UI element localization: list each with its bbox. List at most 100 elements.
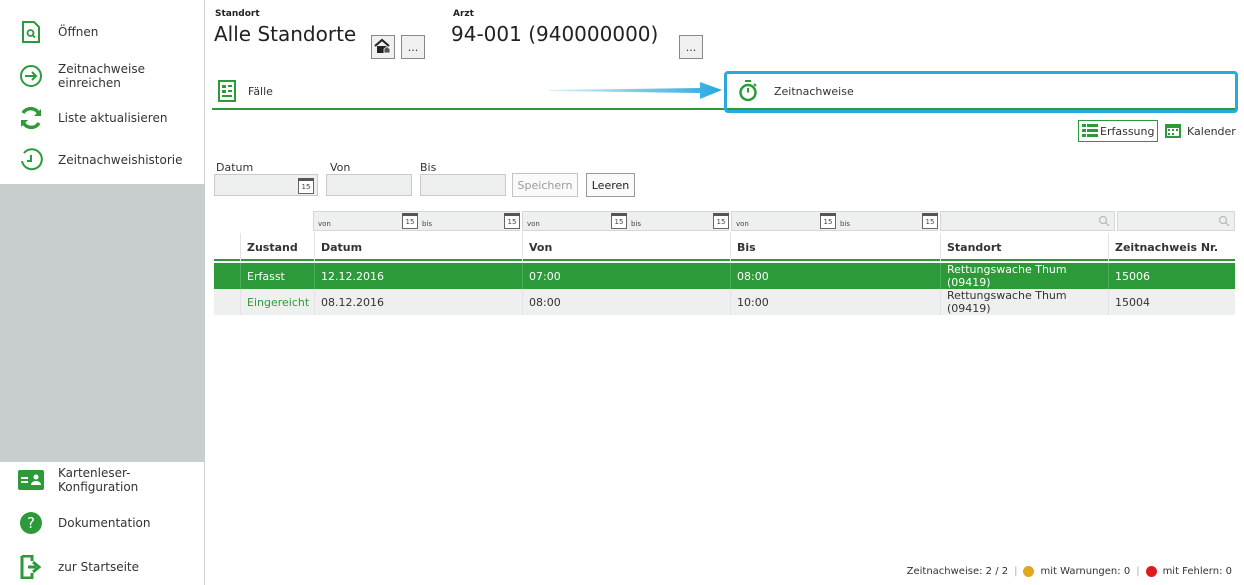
sidebar-item-label: Liste aktualisieren: [58, 111, 168, 125]
cell-datum: 12.12.2016: [314, 263, 522, 289]
sidebar-item-label: Dokumentation: [58, 516, 151, 530]
sidebar-item-label: Zeitnachweishistorie: [58, 153, 183, 167]
calendar-picker-icon[interactable]: 15: [504, 213, 520, 229]
cell-von: 08:00: [522, 289, 730, 315]
exit-icon: [18, 554, 44, 580]
cell-standort: Rettungswache Thum (09419): [940, 263, 1108, 289]
home-icon: [374, 38, 392, 57]
calendar-picker-icon[interactable]: 15: [820, 213, 836, 229]
cell-bis: 10:00: [730, 289, 940, 315]
bis-field[interactable]: [420, 174, 506, 196]
sidebar-item-label: Kartenleser-Konfiguration: [58, 466, 139, 494]
nr-filter[interactable]: [1117, 211, 1235, 231]
erfassung-toggle[interactable]: Erfassung: [1078, 120, 1159, 142]
document-list-icon: [218, 80, 236, 102]
speichern-button[interactable]: Speichern: [512, 173, 578, 197]
cell-von: 07:00: [522, 263, 730, 289]
column-header-datum[interactable]: Datum: [314, 233, 522, 261]
kalender-toggle[interactable]: Kalender: [1165, 120, 1236, 142]
sidebar: Öffnen Zeitnachweise einreichen Liste ak…: [0, 0, 205, 585]
calendar-picker-icon[interactable]: 15: [922, 213, 938, 229]
arzt-more-button[interactable]: ...: [679, 35, 703, 59]
refresh-icon: [18, 105, 44, 131]
tab-faelle[interactable]: Fälle: [218, 72, 273, 110]
bis-label: Bis: [420, 161, 437, 174]
home-location-button[interactable]: [371, 35, 395, 59]
warnings-text: mit Warnungen: 0: [1040, 566, 1131, 577]
column-header-nr[interactable]: Zeitnachweis Nr.: [1108, 233, 1235, 261]
datum-filter[interactable]: von 15 bis 15: [313, 211, 520, 231]
sidebar-item-label: Zeitnachweise einreichen: [58, 62, 145, 90]
column-header-zustand[interactable]: Zustand: [240, 233, 314, 261]
history-clock-icon: [18, 147, 44, 173]
errors-text: mit Fehlern: 0: [1162, 566, 1232, 577]
cell-zustand: Erfasst: [240, 263, 314, 289]
sidebar-item-refresh[interactable]: Liste aktualisieren: [0, 98, 205, 138]
cell-standort: Rettungswache Thum (09419): [940, 289, 1108, 315]
kalender-label: Kalender: [1187, 124, 1236, 138]
standort-label: Standort: [215, 9, 260, 19]
sidebar-item-label: Öffnen: [58, 25, 99, 39]
datum-label: Datum: [216, 161, 254, 174]
open-file-icon: [18, 19, 44, 45]
arzt-value: 94-001 (940000000): [451, 22, 659, 46]
cell-bis: 08:00: [730, 263, 940, 289]
separator: |: [1136, 566, 1140, 577]
pointer-arrow: [550, 82, 722, 99]
sidebar-item-history[interactable]: Zeitnachweishistorie: [0, 140, 205, 180]
sidebar-empty-area: [0, 184, 205, 462]
sidebar-item-documentation[interactable]: ? Dokumentation: [0, 503, 205, 543]
von-field[interactable]: [326, 174, 412, 196]
warning-dot-icon: [1023, 566, 1035, 577]
sidebar-item-home[interactable]: zur Startseite: [0, 547, 205, 585]
filter-bis-label: bis: [422, 220, 433, 228]
table-header: Zustand Datum Von Bis Standort Zeitnachw…: [214, 233, 1235, 261]
calendar-picker-icon[interactable]: 15: [713, 213, 729, 229]
sidebar-item-label: zur Startseite: [58, 560, 140, 574]
cell-datum: 08.12.2016: [314, 289, 522, 315]
standort-filter[interactable]: [940, 211, 1115, 231]
filter-von-label: von: [527, 220, 540, 228]
arrow-right-circle-icon: [18, 63, 44, 89]
filter-bis-label: bis: [840, 220, 851, 228]
help-icon: ?: [18, 510, 44, 536]
cell-zustand: Eingereicht: [240, 289, 314, 315]
search-icon: [1098, 215, 1110, 230]
list-icon: [1082, 124, 1098, 138]
sidebar-item-card-reader[interactable]: Kartenleser-Konfiguration: [0, 460, 205, 500]
arzt-label: Arzt: [453, 9, 474, 19]
cell-nr: 15006: [1108, 263, 1235, 289]
cell-nr: 15004: [1108, 289, 1235, 315]
datum-field[interactable]: 15: [214, 174, 318, 196]
leeren-button[interactable]: Leeren: [586, 173, 635, 197]
table-filter-row: von 15 bis 15 von 15 bis 15 von 15 bis 1…: [313, 211, 1235, 231]
calendar-picker-icon[interactable]: 15: [402, 213, 418, 229]
error-dot-icon: [1145, 566, 1157, 577]
standort-more-button[interactable]: ...: [401, 35, 425, 59]
card-reader-icon: [18, 467, 44, 493]
filter-bis-label: bis: [631, 220, 642, 228]
status-bar: Zeitnachweise: 2 / 2 | mit Warnungen: 0 …: [907, 566, 1232, 577]
svg-text:?: ?: [27, 514, 35, 532]
von-label: Von: [330, 161, 351, 174]
sidebar-item-submit[interactable]: Zeitnachweise einreichen: [0, 56, 205, 96]
calendar-icon: [1165, 124, 1181, 138]
search-icon: [1218, 215, 1230, 230]
column-header-standort[interactable]: Standort: [940, 233, 1108, 261]
standort-value: Alle Standorte: [214, 22, 357, 46]
sidebar-item-open[interactable]: Öffnen: [0, 12, 205, 52]
column-header-von[interactable]: Von: [522, 233, 730, 261]
von-filter[interactable]: von 15 bis 15: [522, 211, 729, 231]
count-text: Zeitnachweise: 2 / 2: [906, 566, 1009, 577]
calendar-picker-icon[interactable]: 15: [611, 213, 627, 229]
filter-von-label: von: [318, 220, 331, 228]
calendar-picker-icon[interactable]: 15: [298, 178, 314, 194]
separator: |: [1014, 566, 1018, 577]
filter-von-label: von: [736, 220, 749, 228]
table-row[interactable]: Eingereicht 08.12.2016 08:00 10:00 Rettu…: [214, 289, 1235, 315]
table-row[interactable]: Erfasst 12.12.2016 07:00 08:00 Rettungsw…: [214, 263, 1235, 289]
column-header-bis[interactable]: Bis: [730, 233, 940, 261]
tab-label: Fälle: [248, 84, 273, 98]
bis-filter[interactable]: von 15 bis 15: [731, 211, 938, 231]
tab-highlight-frame: [724, 71, 1238, 113]
